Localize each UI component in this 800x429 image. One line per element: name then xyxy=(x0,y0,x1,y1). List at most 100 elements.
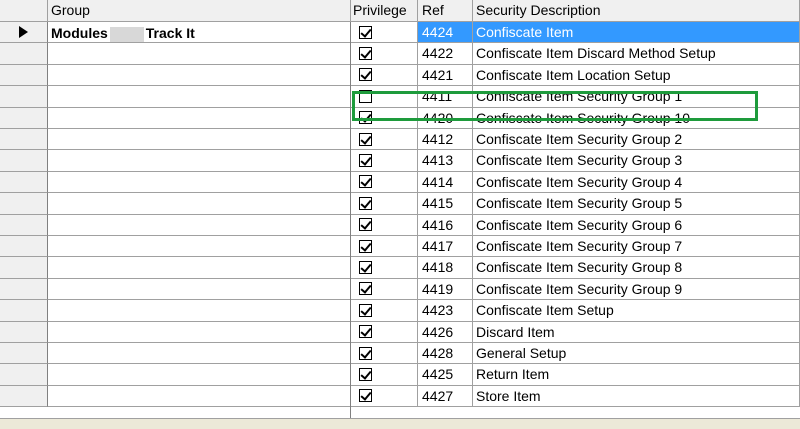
row-indicator[interactable] xyxy=(0,278,48,301)
row-privilege-cell[interactable] xyxy=(351,86,418,108)
row-indicator[interactable] xyxy=(0,86,48,108)
row-description-cell[interactable]: Confiscate Item Setup xyxy=(473,300,800,322)
row-description-cell[interactable]: Confiscate Item Security Group 4 xyxy=(473,171,800,194)
row-indicator[interactable] xyxy=(0,64,48,87)
privilege-checkbox[interactable] xyxy=(359,47,372,61)
row-privilege-cell[interactable] xyxy=(351,321,418,343)
row-indicator[interactable] xyxy=(0,193,48,215)
row-privilege-cell[interactable] xyxy=(351,171,418,194)
header-ref[interactable]: Ref xyxy=(418,0,473,22)
row-description-cell[interactable]: Confiscate Item Security Group 3 xyxy=(473,150,800,172)
row-privilege-cell[interactable] xyxy=(351,64,418,87)
privilege-checkbox[interactable] xyxy=(359,261,372,275)
row-indicator[interactable] xyxy=(0,129,48,151)
current-row-arrow-icon xyxy=(19,26,28,39)
row-ref-cell[interactable]: 4412 xyxy=(418,129,473,151)
privilege-checkbox[interactable] xyxy=(359,175,372,189)
row-privilege-cell[interactable] xyxy=(351,43,418,65)
row-privilege-cell[interactable] xyxy=(351,236,418,258)
row-indicator[interactable] xyxy=(0,385,48,408)
header-group[interactable]: Group xyxy=(48,0,351,22)
row-ref-cell[interactable]: 4416 xyxy=(418,214,473,236)
redacted-block xyxy=(109,26,144,42)
privilege-checkbox[interactable] xyxy=(359,25,372,39)
row-description-cell[interactable]: Confiscate Item Security Group 2 xyxy=(473,129,800,151)
row-ref-cell[interactable]: 4426 xyxy=(418,321,473,343)
privilege-checkbox[interactable] xyxy=(359,89,372,103)
row-description-cell[interactable]: Confiscate Item Location Setup xyxy=(473,64,800,87)
row-indicator[interactable] xyxy=(0,171,48,194)
row-indicator[interactable] xyxy=(0,22,48,44)
row-ref-cell[interactable]: 4417 xyxy=(418,236,473,258)
row-privilege-cell[interactable] xyxy=(351,278,418,301)
row-ref-cell[interactable]: 4419 xyxy=(418,278,473,301)
row-indicator[interactable] xyxy=(0,321,48,343)
group-cell[interactable]: Modules Track It xyxy=(48,22,351,418)
row-privilege-cell[interactable] xyxy=(351,107,418,129)
row-description-cell[interactable]: Confiscate Item Security Group 7 xyxy=(473,236,800,258)
row-privilege-cell[interactable] xyxy=(351,193,418,215)
row-privilege-cell[interactable] xyxy=(351,22,418,44)
row-ref-cell[interactable]: 4420 xyxy=(418,107,473,129)
row-description-cell[interactable]: Return Item xyxy=(473,364,800,386)
row-description-cell[interactable]: Confiscate Item Discard Method Setup xyxy=(473,43,800,65)
row-description-cell[interactable]: Store Item xyxy=(473,385,800,408)
row-privilege-cell[interactable] xyxy=(351,129,418,151)
row-ref-cell[interactable]: 4427 xyxy=(418,385,473,408)
header-indicator xyxy=(0,0,48,22)
row-privilege-cell[interactable] xyxy=(351,257,418,279)
privilege-checkbox[interactable] xyxy=(359,346,372,360)
row-ref-cell[interactable]: 4411 xyxy=(418,86,473,108)
privilege-checkbox[interactable] xyxy=(359,196,372,210)
row-indicator[interactable] xyxy=(0,300,48,322)
row-ref-cell[interactable]: 4421 xyxy=(418,64,473,87)
row-description-cell[interactable]: Confiscate Item xyxy=(473,22,800,44)
header-privilege[interactable]: Privilege xyxy=(351,0,418,22)
row-indicator[interactable] xyxy=(0,257,48,279)
privilege-checkbox[interactable] xyxy=(359,132,372,146)
row-ref-cell[interactable]: 4418 xyxy=(418,257,473,279)
group-label: Modules Track It xyxy=(48,22,350,44)
privilege-checkbox[interactable] xyxy=(359,389,372,403)
row-description-cell[interactable]: Confiscate Item Security Group 1 xyxy=(473,86,800,108)
privilege-checkbox[interactable] xyxy=(359,325,372,339)
row-description-cell[interactable]: Confiscate Item Security Group 9 xyxy=(473,278,800,301)
row-indicator[interactable] xyxy=(0,364,48,386)
row-indicator[interactable] xyxy=(0,150,48,172)
row-privilege-cell[interactable] xyxy=(351,150,418,172)
row-privilege-cell[interactable] xyxy=(351,364,418,386)
row-privilege-cell[interactable] xyxy=(351,300,418,322)
row-ref-cell[interactable]: 4423 xyxy=(418,300,473,322)
row-description-cell[interactable]: Confiscate Item Security Group 5 xyxy=(473,193,800,215)
row-indicator[interactable] xyxy=(0,236,48,258)
row-description-cell[interactable]: Discard Item xyxy=(473,321,800,343)
group-prefix: Modules xyxy=(51,25,108,41)
row-privilege-cell[interactable] xyxy=(351,385,418,408)
row-description-cell[interactable]: General Setup xyxy=(473,343,800,365)
privilege-checkbox[interactable] xyxy=(359,368,372,382)
row-indicator[interactable] xyxy=(0,343,48,365)
privilege-checkbox[interactable] xyxy=(359,68,372,82)
privilege-checkbox[interactable] xyxy=(359,239,372,253)
row-ref-cell[interactable]: 4425 xyxy=(418,364,473,386)
row-ref-cell[interactable]: 4415 xyxy=(418,193,473,215)
privilege-checkbox[interactable] xyxy=(359,282,372,296)
privilege-checkbox[interactable] xyxy=(359,303,372,317)
row-ref-cell[interactable]: 4422 xyxy=(418,43,473,65)
row-description-cell[interactable]: Confiscate Item Security Group 8 xyxy=(473,257,800,279)
row-ref-cell[interactable]: 4413 xyxy=(418,150,473,172)
privilege-checkbox[interactable] xyxy=(359,111,372,125)
row-ref-cell[interactable]: 4428 xyxy=(418,343,473,365)
row-indicator[interactable] xyxy=(0,214,48,236)
row-indicator[interactable] xyxy=(0,43,48,65)
privilege-checkbox[interactable] xyxy=(359,154,372,168)
row-ref-cell[interactable]: 4414 xyxy=(418,171,473,194)
row-privilege-cell[interactable] xyxy=(351,214,418,236)
row-description-cell[interactable]: Confiscate Item Security Group 10 xyxy=(473,107,800,129)
row-indicator[interactable] xyxy=(0,107,48,129)
privilege-checkbox[interactable] xyxy=(359,218,372,232)
row-description-cell[interactable]: Confiscate Item Security Group 6 xyxy=(473,214,800,236)
header-security-description[interactable]: Security Description xyxy=(473,0,800,22)
row-privilege-cell[interactable] xyxy=(351,343,418,365)
row-ref-cell[interactable]: 4424 xyxy=(418,22,473,44)
